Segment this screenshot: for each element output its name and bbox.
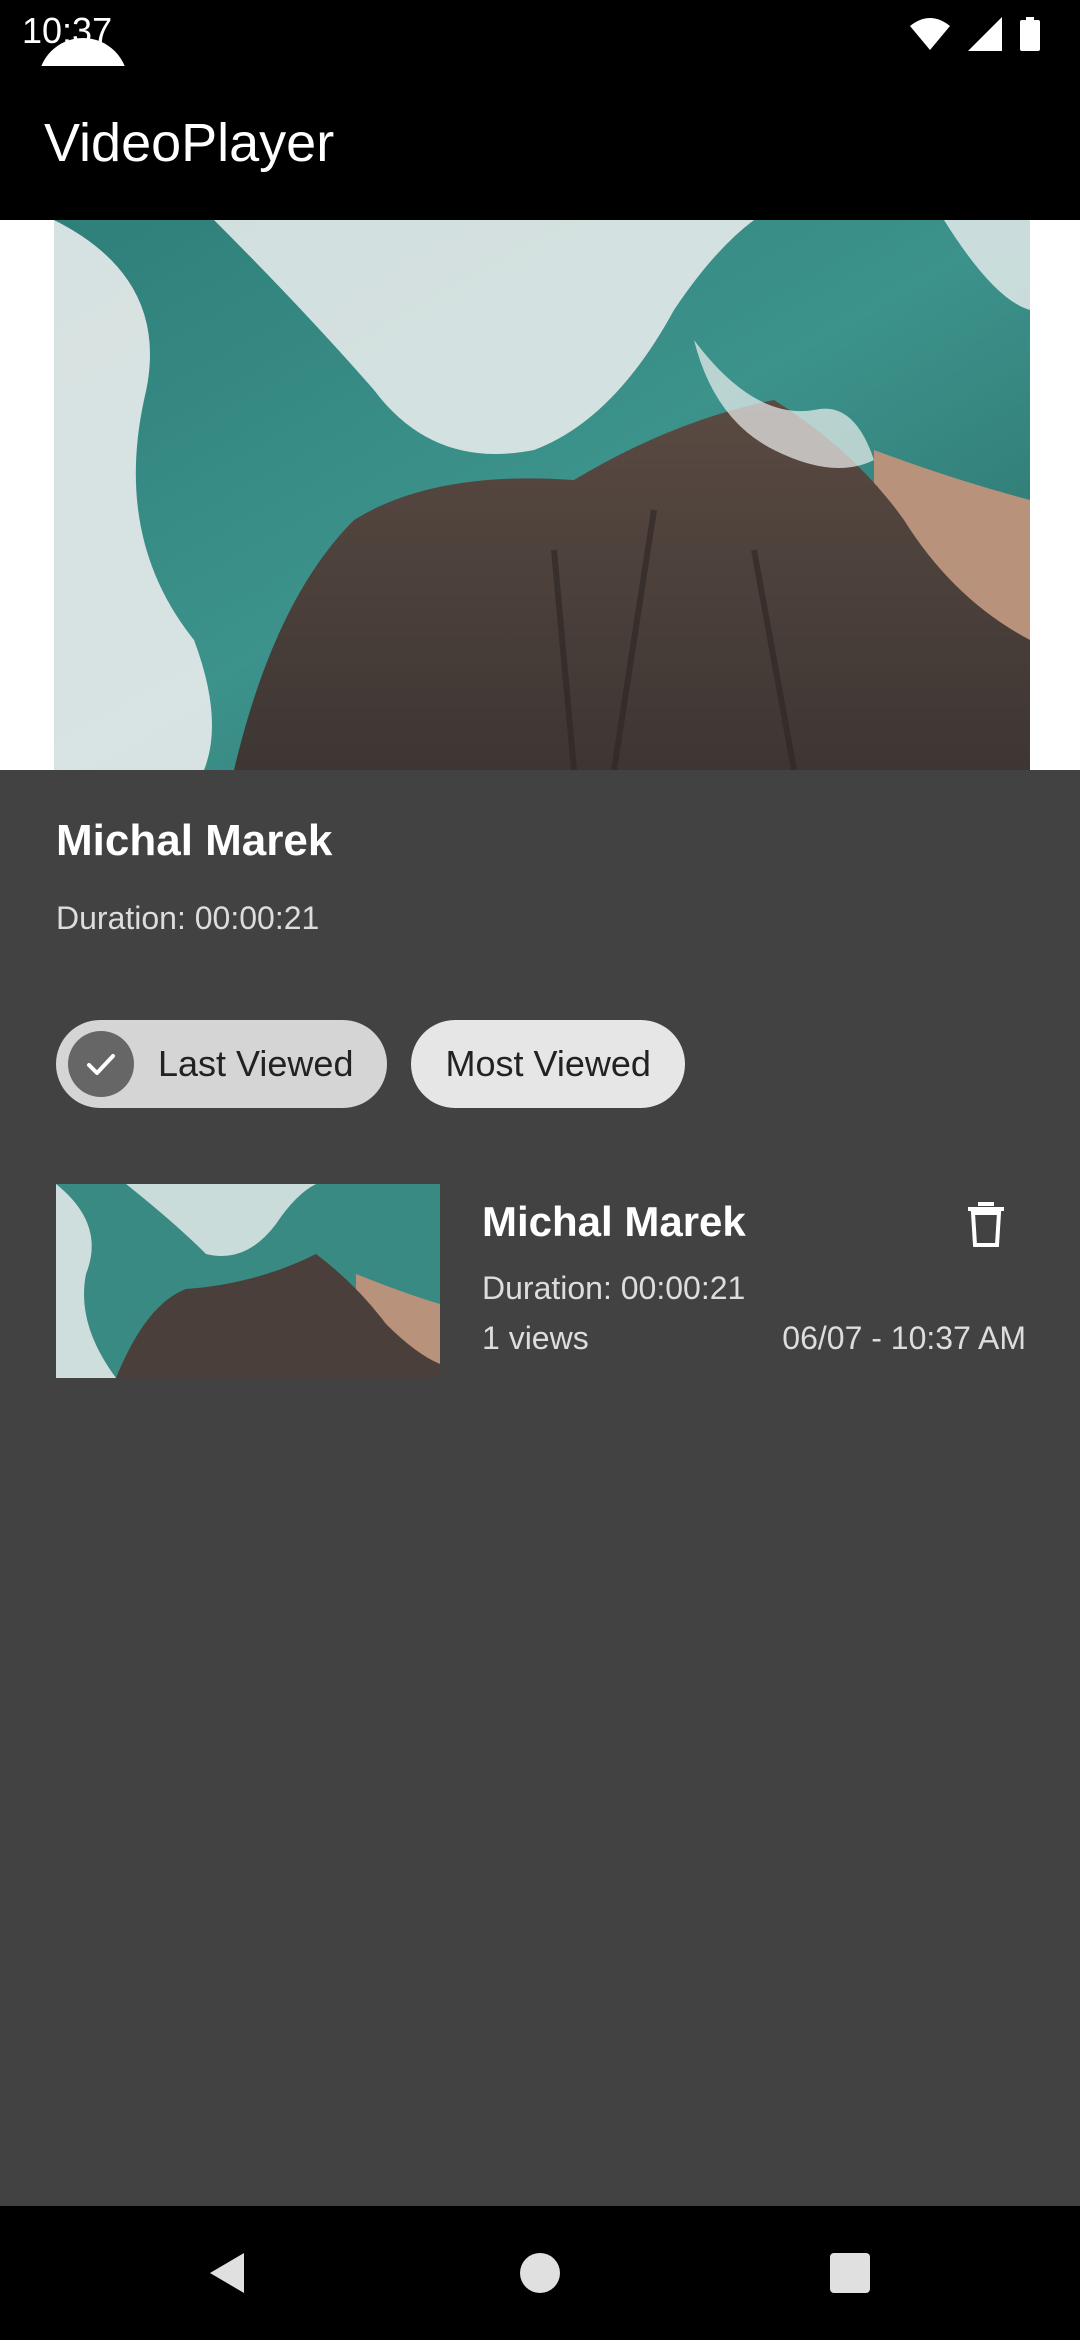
filter-chip-label: Most Viewed — [445, 1043, 651, 1084]
phone-screen: 10:37 VideoPlayer Michal Marek Duration:… — [0, 0, 1080, 2340]
battery-icon — [1020, 17, 1040, 51]
filter-chips: Last Viewed Most Viewed — [56, 1020, 685, 1108]
nav-home-button[interactable] — [480, 2206, 600, 2340]
delete-icon — [968, 1202, 1004, 1247]
wifi-icon — [910, 18, 950, 50]
navigation-bar — [0, 2206, 1080, 2340]
video-thumbnail[interactable] — [56, 1184, 440, 1378]
video-views: 1 views — [482, 1320, 589, 1356]
filter-chip-last-viewed[interactable]: Last Viewed — [56, 1020, 388, 1108]
check-icon — [68, 1031, 134, 1097]
content-panel: Michal Marek Duration: 00:00:21 Last Vie… — [0, 770, 1080, 2206]
delete-button[interactable] — [956, 1194, 1016, 1254]
video-frame[interactable] — [54, 220, 1030, 770]
nav-back-button[interactable] — [166, 2206, 286, 2340]
status-icons — [910, 16, 1040, 52]
status-bar: 10:37 — [0, 0, 1080, 66]
now-playing-duration: Duration: 00:00:21 — [56, 900, 320, 936]
app-title: VideoPlayer — [44, 113, 335, 173]
back-icon — [210, 2253, 244, 2293]
video-title: Michal Marek — [482, 1198, 746, 1245]
filter-chip-most-viewed[interactable]: Most Viewed — [411, 1020, 685, 1108]
home-icon — [520, 2253, 560, 2293]
recents-icon — [830, 2253, 870, 2293]
filter-chip-label: Last Viewed — [158, 1043, 354, 1084]
nav-recents-button[interactable] — [790, 2206, 910, 2340]
cellular-signal-icon — [968, 17, 1002, 51]
video-player[interactable] — [0, 220, 1080, 770]
app-bar: VideoPlayer — [0, 66, 1080, 220]
video-image — [54, 220, 1030, 770]
video-list-item[interactable]: Michal Marek Duration: 00:00:21 1 views … — [56, 1184, 1026, 1378]
video-duration: Duration: 00:00:21 — [482, 1270, 746, 1306]
now-playing-title: Michal Marek — [56, 816, 333, 865]
video-date: 06/07 - 10:37 AM — [782, 1320, 1026, 1356]
